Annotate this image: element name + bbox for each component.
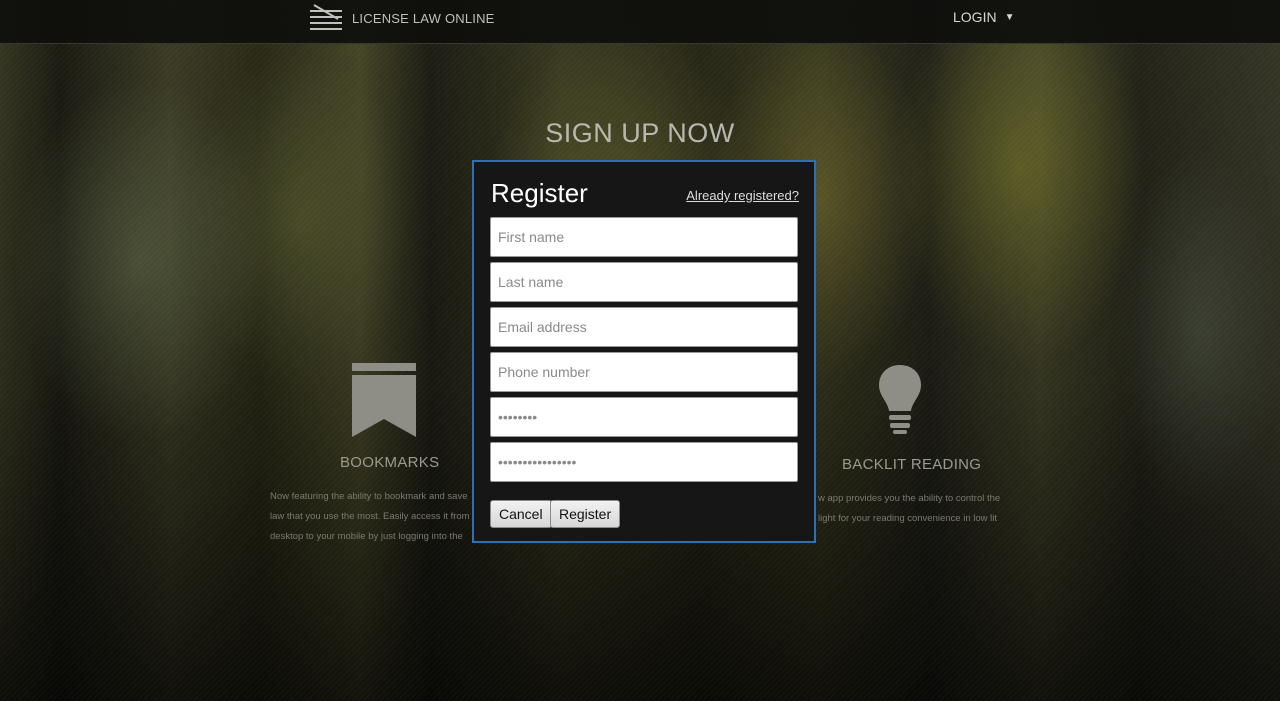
phone-input[interactable] (490, 352, 798, 392)
email-input[interactable] (490, 307, 798, 347)
already-registered-link[interactable]: Already registered? (686, 188, 799, 203)
feature-text-bookmarks: Now featuring the ability to bookmark an… (270, 491, 470, 542)
modal-title: Register (491, 178, 588, 208)
last-name-input[interactable] (490, 262, 798, 302)
bookmark-icon (352, 363, 416, 437)
first-name-input[interactable] (490, 217, 798, 257)
password-input[interactable] (490, 397, 798, 437)
page-title: SIGN UP NOW (545, 118, 735, 148)
feature-title-bookmarks: BOOKMARKS (340, 454, 440, 471)
chevron-down-icon: ▼ (1004, 11, 1015, 23)
feature-text-backlit: w app provides you the ability to contro… (818, 493, 1001, 524)
register-modal: Register Already registered? Cancel Regi… (472, 160, 816, 543)
confirm-password-input[interactable] (490, 442, 798, 482)
cancel-button[interactable]: Cancel (490, 500, 552, 528)
brand-name: LICENSE LAW ONLINE (352, 10, 495, 26)
brand[interactable]: LICENSE LAW ONLINE (308, 3, 495, 33)
login-label: LOGIN (953, 9, 997, 25)
login-menu[interactable]: LOGIN ▼ (953, 9, 1014, 25)
brand-logo-icon (310, 4, 342, 30)
register-button[interactable]: Register (550, 500, 621, 528)
top-navbar: LICENSE LAW ONLINE LOGIN ▼ (0, 0, 1280, 44)
feature-title-backlit: BACKLIT READING (842, 456, 982, 473)
lightbulb-icon (879, 365, 921, 434)
